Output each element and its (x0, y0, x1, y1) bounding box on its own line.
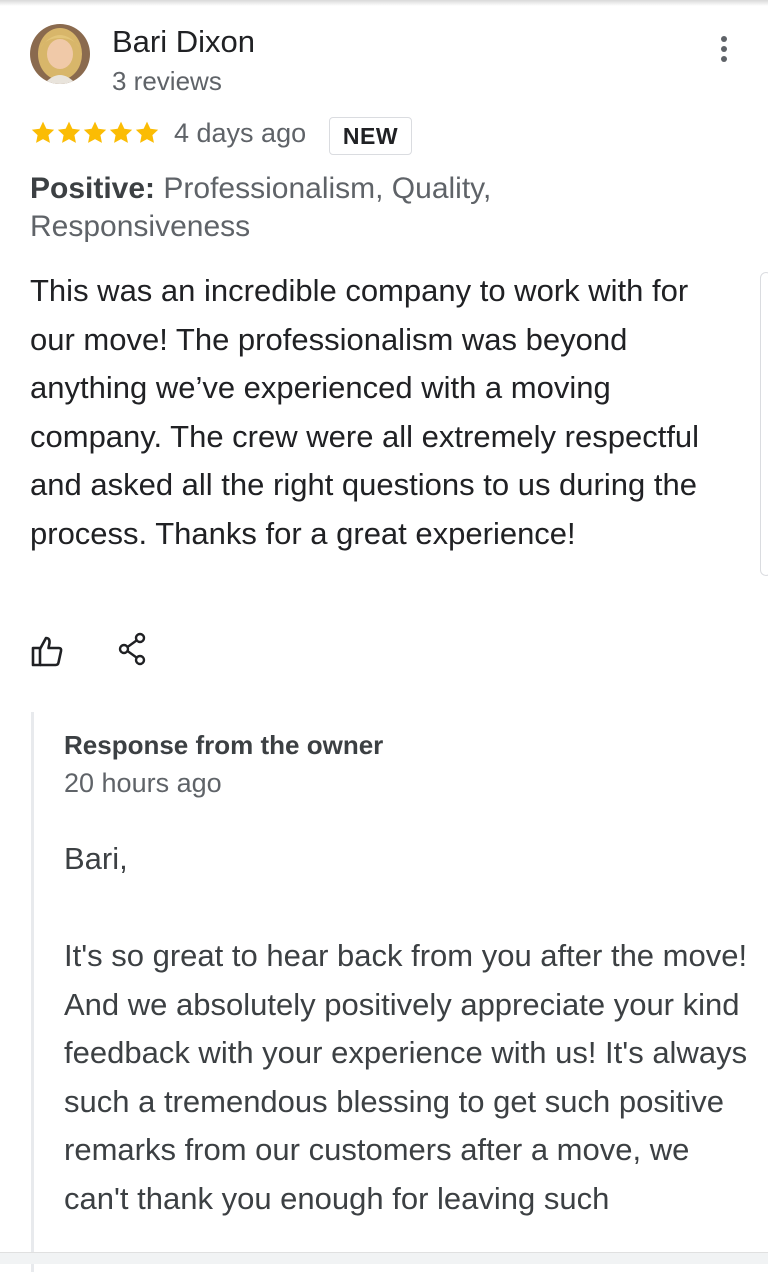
star-icon (57, 121, 81, 143)
owner-response-greeting: Bari, (64, 841, 128, 876)
review-text: This was an incredible company to work w… (30, 273, 700, 551)
more-vert-icon[interactable] (712, 34, 736, 66)
share-icon[interactable] (118, 632, 148, 666)
top-divider (0, 0, 768, 6)
reviewer-avatar[interactable] (30, 24, 90, 84)
star-rating (30, 120, 160, 146)
scroll-indicator[interactable] (760, 272, 768, 576)
star-icon (135, 121, 159, 143)
avatar-photo (30, 24, 90, 84)
reviewer-review-count: 3 reviews (112, 66, 222, 96)
positive-label: Positive: (30, 172, 156, 205)
owner-response-body: Bari, It's so great to hear back from yo… (64, 835, 754, 1223)
owner-response-bar (31, 712, 34, 1272)
reviewer-name[interactable]: Bari Dixon (112, 24, 255, 60)
positive-attributes: Positive: Professionalism, Quality, Resp… (30, 170, 630, 246)
thumbs-up-icon[interactable] (30, 634, 64, 668)
bottom-edge (0, 1252, 768, 1264)
owner-response-title: Response from the owner (64, 730, 384, 760)
star-icon (83, 121, 107, 143)
new-badge: NEW (329, 117, 412, 155)
owner-response-text: It's so great to hear back from you afte… (64, 938, 748, 1216)
owner-response-time: 20 hours ago (64, 768, 222, 798)
star-icon (109, 121, 133, 143)
star-icon (31, 121, 55, 143)
review-time: 4 days ago (174, 118, 307, 148)
